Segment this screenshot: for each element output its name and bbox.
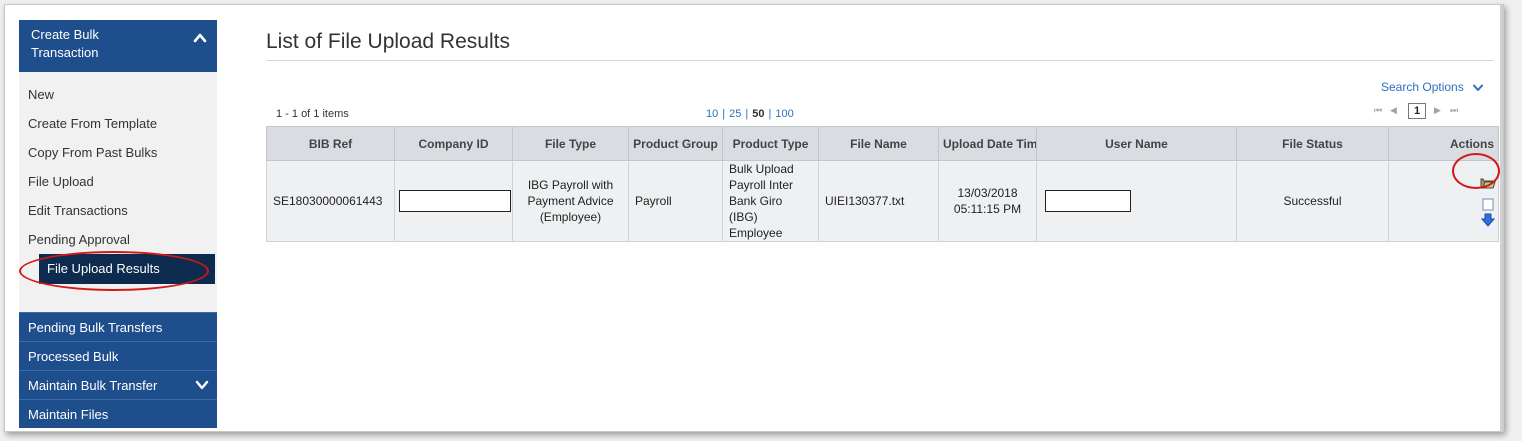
results-table: BIB Ref Company ID File Type Product Gro… <box>266 126 1499 242</box>
table-header-row: BIB Ref Company ID File Type Product Gro… <box>266 126 1499 161</box>
search-options-toggle[interactable]: Search Options <box>1381 80 1484 94</box>
current-page-number[interactable]: 1 <box>1408 103 1426 119</box>
sidebar: Create Bulk Transaction New Create From … <box>19 20 217 428</box>
next-page-icon[interactable]: ▶ <box>1434 105 1441 116</box>
cell-product-type: Bulk Upload Payroll Inter Bank Giro (IBG… <box>722 160 819 242</box>
column-header-bib-ref[interactable]: BIB Ref <box>266 126 395 161</box>
sidebar-item-pending-approval[interactable]: Pending Approval <box>19 225 217 254</box>
items-count: 1 - 1 of 1 items <box>276 108 349 120</box>
sidebar-section-label: Maintain Bulk Transfer <box>28 378 158 393</box>
column-header-file-name[interactable]: File Name <box>818 126 939 161</box>
sidebar-submenu: New Create From Template Copy From Past … <box>19 72 217 312</box>
page-size-separator: | <box>722 108 726 120</box>
redacted-user-name <box>1045 190 1131 212</box>
title-divider <box>266 60 1494 61</box>
page-size-50[interactable]: 50 <box>752 108 764 120</box>
cell-upload-date-time: 13/03/2018 05:11:15 PM <box>938 160 1037 242</box>
page-size-separator: | <box>745 108 749 120</box>
column-header-product-group[interactable]: Product Group <box>628 126 723 161</box>
sidebar-item-new[interactable]: New <box>19 80 217 109</box>
cell-user-name <box>1036 160 1237 242</box>
sidebar-header-create-bulk[interactable]: Create Bulk Transaction <box>19 20 217 72</box>
sidebar-item-edit-transactions[interactable]: Edit Transactions <box>19 196 217 225</box>
cell-product-group: Payroll <box>628 160 723 242</box>
search-options-label: Search Options <box>1381 80 1464 94</box>
document-icon[interactable] <box>1482 198 1494 211</box>
redacted-company-id <box>399 190 511 212</box>
column-header-actions: Actions <box>1388 126 1499 161</box>
cell-company-id <box>394 160 513 242</box>
page-size-separator: | <box>768 108 772 120</box>
sidebar-item-file-upload-results[interactable]: File Upload Results <box>39 254 215 284</box>
upload-time: 05:11:15 PM <box>953 202 1022 216</box>
last-page-icon[interactable]: ⏭ <box>1450 105 1458 116</box>
upload-date: 13/03/2018 <box>957 186 1018 200</box>
column-header-user-name[interactable]: User Name <box>1036 126 1237 161</box>
cell-file-type: IBG Payroll with Payment Advice (Employe… <box>512 160 629 242</box>
table-row[interactable]: SE18030000061443 IBG Payroll with Paymen… <box>266 160 1499 242</box>
folder-icon[interactable] <box>1480 176 1496 190</box>
page-size-selector: 10 | 25 | 50 | 100 <box>706 108 794 120</box>
column-header-company-id[interactable]: Company ID <box>394 126 513 161</box>
sidebar-item-create-from-template[interactable]: Create From Template <box>19 109 217 138</box>
chevron-down-icon <box>1473 84 1484 91</box>
column-header-file-type[interactable]: File Type <box>512 126 629 161</box>
window-right-edge <box>1500 4 1503 432</box>
first-page-icon[interactable]: ⏮ <box>1374 105 1382 116</box>
column-header-file-status[interactable]: File Status <box>1236 126 1389 161</box>
sidebar-item-copy-from-past-bulks[interactable]: Copy From Past Bulks <box>19 138 217 167</box>
page-title: List of File Upload Results <box>266 30 510 53</box>
cell-bib-ref: SE18030000061443 <box>266 160 395 242</box>
chevron-up-icon[interactable] <box>193 31 207 45</box>
download-arrow-icon[interactable] <box>1481 213 1495 227</box>
chevron-down-icon[interactable] <box>195 379 209 391</box>
action-icons <box>1389 172 1498 230</box>
sidebar-section-maintain-files[interactable]: Maintain Files <box>19 399 217 428</box>
sidebar-section-processed-bulk[interactable]: Processed Bulk <box>19 341 217 370</box>
page-size-25[interactable]: 25 <box>729 108 741 120</box>
page-size-100[interactable]: 100 <box>775 108 793 120</box>
sidebar-section-pending-bulk-transfers[interactable]: Pending Bulk Transfers <box>19 312 217 341</box>
cell-file-status: Successful <box>1236 160 1389 242</box>
page-size-10[interactable]: 10 <box>706 108 718 120</box>
column-header-upload-date-time[interactable]: Upload Date Time <box>938 126 1037 161</box>
sidebar-section-maintain-bulk-transfer[interactable]: Maintain Bulk Transfer <box>19 370 217 399</box>
prev-page-icon[interactable]: ◀ <box>1390 105 1397 116</box>
sidebar-header-label: Create Bulk Transaction <box>31 27 99 60</box>
cell-actions <box>1388 160 1499 242</box>
sidebar-item-file-upload[interactable]: File Upload <box>19 167 217 196</box>
column-header-product-type[interactable]: Product Type <box>722 126 819 161</box>
cell-file-name: UIEI130377.txt <box>818 160 939 242</box>
